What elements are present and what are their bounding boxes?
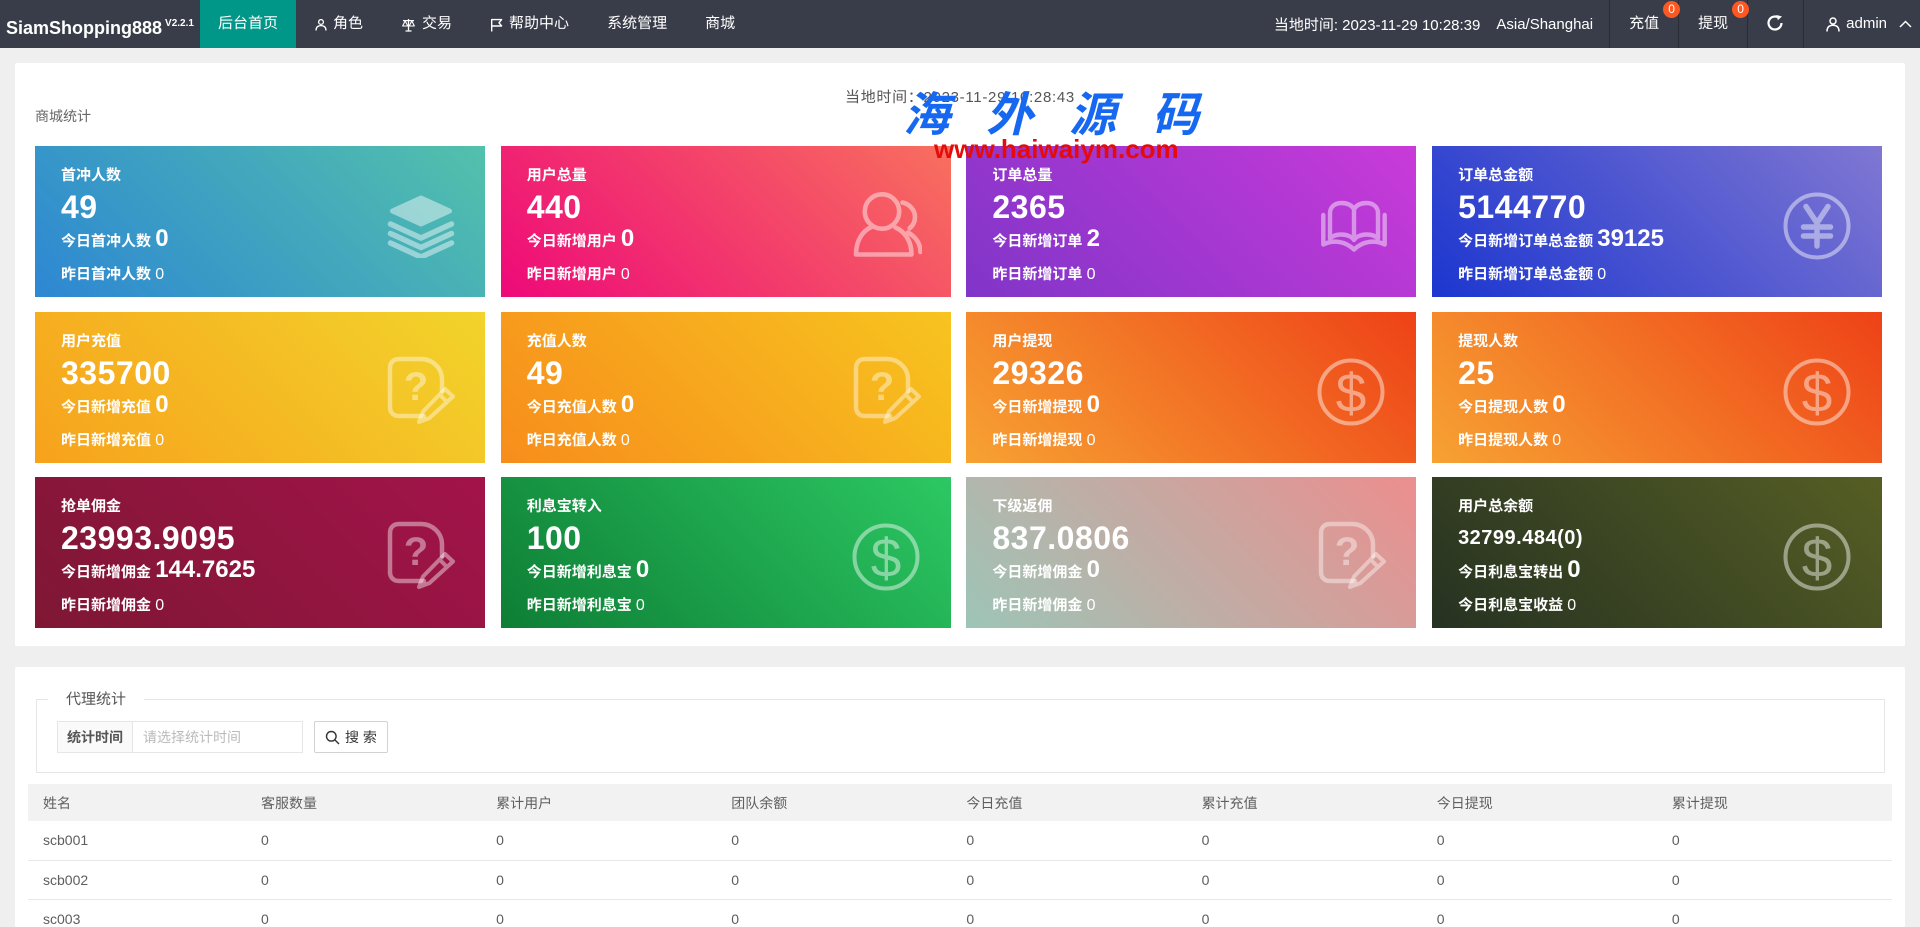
svg-text:$: $ [1802,527,1833,589]
svg-text:?: ? [404,365,428,409]
svg-text:$: $ [1802,362,1833,424]
svg-text:$: $ [870,527,901,589]
svg-text:?: ? [1335,530,1359,574]
svg-text:$: $ [1336,362,1367,424]
svg-text:?: ? [869,365,893,409]
svg-text:?: ? [404,530,428,574]
